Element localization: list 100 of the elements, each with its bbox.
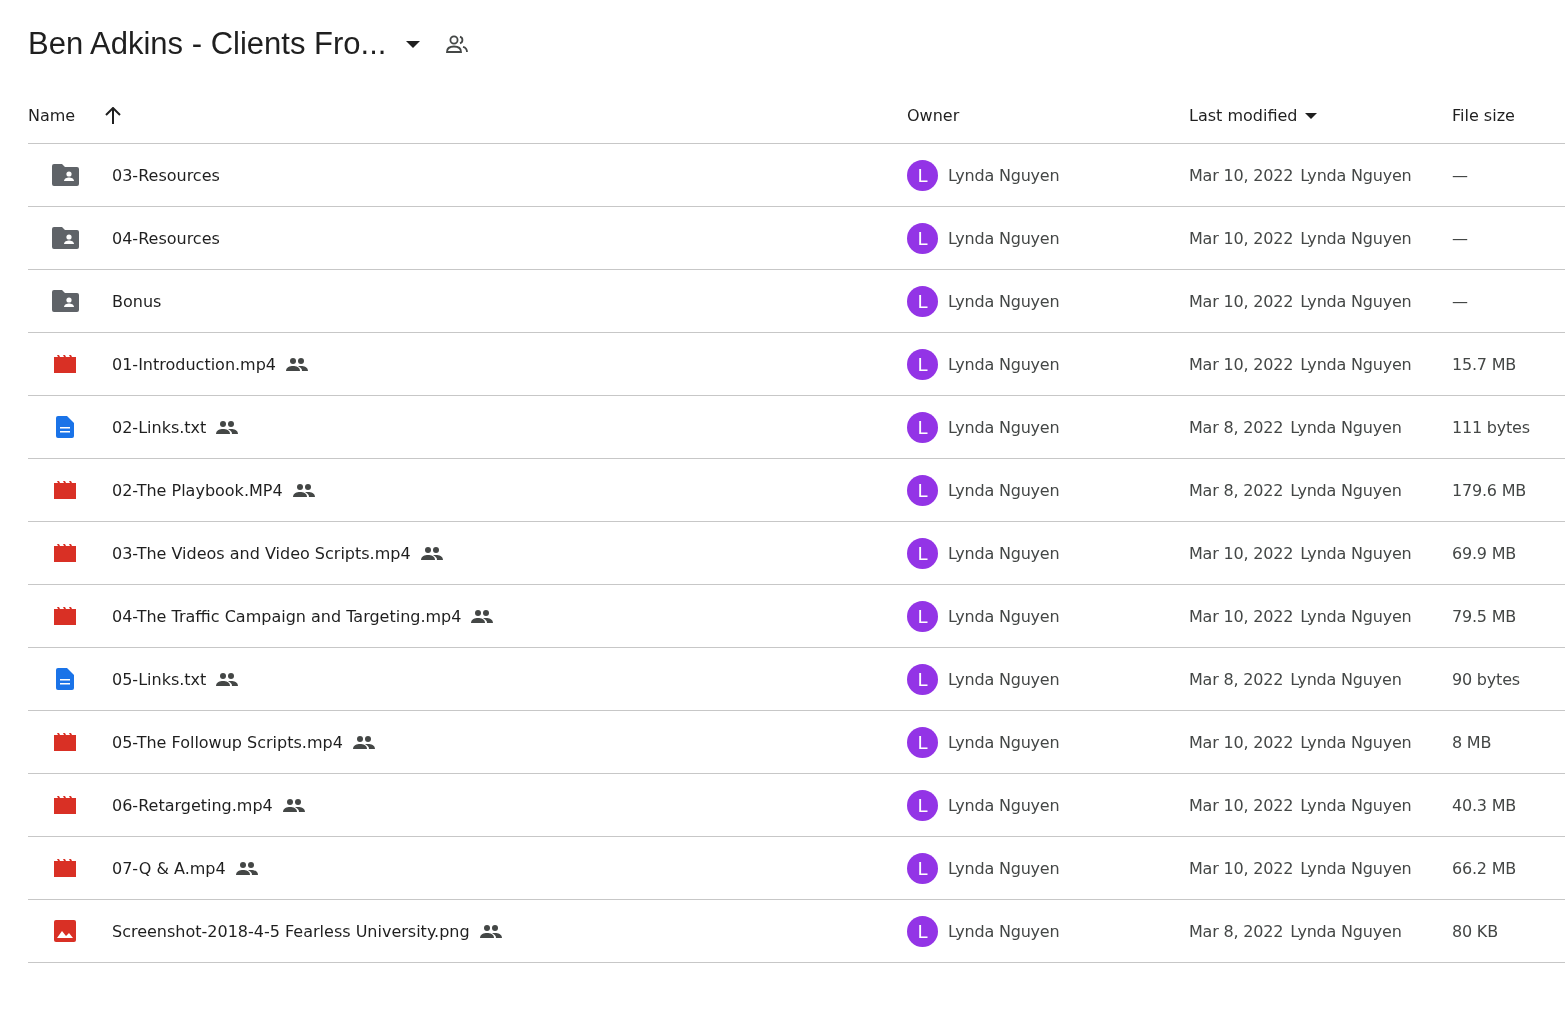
modified-date: Mar 10, 2022 bbox=[1189, 228, 1294, 248]
avatar: L bbox=[907, 789, 938, 821]
avatar: L bbox=[907, 222, 938, 254]
modified-date: Mar 8, 2022 bbox=[1189, 417, 1284, 437]
column-header[interactable]: File size bbox=[1452, 106, 1515, 125]
modified-date: Mar 10, 2022 bbox=[1189, 354, 1294, 374]
file-size: 111 bytes bbox=[1452, 417, 1530, 437]
file-name[interactable]: Bonus bbox=[112, 291, 162, 311]
file-size: 69.9 MB bbox=[1452, 543, 1517, 563]
shared-folder-icon bbox=[51, 290, 79, 312]
avatar: L bbox=[907, 285, 938, 317]
people-icon bbox=[446, 35, 469, 53]
document-icon bbox=[56, 668, 74, 690]
column-header[interactable]: Last modified bbox=[1189, 106, 1318, 125]
file-name[interactable]: 01-Introduction.mp4 bbox=[112, 354, 277, 374]
column-header[interactable]: Name bbox=[28, 106, 122, 125]
file-name[interactable]: Screenshot-2018-4-5 Fearless University.png bbox=[112, 921, 470, 941]
owner-name: Lynda Nguyen bbox=[948, 606, 1060, 626]
modified-date: Mar 10, 2022 bbox=[1189, 165, 1294, 185]
shared-folder-icon bbox=[51, 164, 79, 186]
file-size: 79.5 MB bbox=[1452, 606, 1517, 626]
file-size: — bbox=[1452, 291, 1468, 311]
file-size: 66.2 MB bbox=[1452, 858, 1517, 878]
modified-date: Mar 10, 2022 bbox=[1189, 732, 1294, 752]
file-name[interactable]: 04-Resources bbox=[112, 228, 220, 248]
modified-by: Lynda Nguyen bbox=[1300, 354, 1412, 374]
owner-name: Lynda Nguyen bbox=[948, 228, 1060, 248]
file-size: 15.7 MB bbox=[1452, 354, 1517, 374]
column-header[interactable]: Owner bbox=[907, 106, 960, 125]
modified-date: Mar 10, 2022 bbox=[1189, 606, 1294, 626]
avatar: L bbox=[907, 915, 938, 947]
owner-name: Lynda Nguyen bbox=[948, 354, 1060, 374]
file-size: — bbox=[1452, 165, 1468, 185]
owner-name: Lynda Nguyen bbox=[948, 732, 1060, 752]
avatar: L bbox=[907, 537, 938, 569]
owner-name: Lynda Nguyen bbox=[948, 669, 1060, 689]
modified-by: Lynda Nguyen bbox=[1300, 543, 1412, 563]
owner-name: Lynda Nguyen bbox=[948, 291, 1060, 311]
image-icon bbox=[54, 920, 76, 942]
file-size: 179.6 MB bbox=[1452, 480, 1527, 500]
document-icon bbox=[56, 416, 74, 438]
avatar: L bbox=[907, 159, 938, 191]
file-name[interactable]: 03-Resources bbox=[112, 165, 220, 185]
file-name[interactable]: 06-Retargeting.mp4 bbox=[112, 795, 273, 815]
modified-date: Mar 8, 2022 bbox=[1189, 669, 1284, 689]
avatar: L bbox=[907, 348, 938, 380]
avatar: L bbox=[907, 663, 938, 695]
modified-date: Mar 10, 2022 bbox=[1189, 795, 1294, 815]
owner-name: Lynda Nguyen bbox=[948, 858, 1060, 878]
video-icon bbox=[54, 355, 76, 373]
file-name[interactable]: 05-Links.txt bbox=[112, 669, 207, 689]
modified-by: Lynda Nguyen bbox=[1300, 291, 1412, 311]
caret-icon bbox=[1305, 112, 1318, 119]
avatar: L bbox=[907, 600, 938, 632]
modified-by: Lynda Nguyen bbox=[1300, 732, 1412, 752]
file-name[interactable]: 05-The Followup Scripts.mp4 bbox=[112, 732, 343, 752]
modified-by: Lynda Nguyen bbox=[1300, 858, 1412, 878]
avatar: L bbox=[907, 411, 938, 443]
modified-by: Lynda Nguyen bbox=[1290, 669, 1402, 689]
shared-folder-icon bbox=[51, 227, 79, 249]
video-icon bbox=[54, 481, 76, 499]
modified-by: Lynda Nguyen bbox=[1290, 480, 1402, 500]
owner-name: Lynda Nguyen bbox=[948, 921, 1060, 941]
arrow-up-icon bbox=[105, 107, 122, 124]
caret-icon bbox=[406, 40, 421, 48]
owner-name: Lynda Nguyen bbox=[948, 543, 1060, 563]
modified-date: Mar 8, 2022 bbox=[1189, 921, 1284, 941]
modified-date: Mar 10, 2022 bbox=[1189, 543, 1294, 563]
avatar: L bbox=[907, 474, 938, 506]
file-name[interactable]: 07-Q & A.mp4 bbox=[112, 858, 226, 878]
modified-date: Mar 10, 2022 bbox=[1189, 858, 1294, 878]
owner-name: Lynda Nguyen bbox=[948, 165, 1060, 185]
file-size: 40.3 MB bbox=[1452, 795, 1517, 815]
modified-by: Lynda Nguyen bbox=[1300, 795, 1412, 815]
owner-name: Lynda Nguyen bbox=[948, 417, 1060, 437]
video-icon bbox=[54, 544, 76, 562]
modified-by: Lynda Nguyen bbox=[1290, 921, 1402, 941]
avatar: L bbox=[907, 726, 938, 758]
modified-date: Mar 10, 2022 bbox=[1189, 291, 1294, 311]
file-size: — bbox=[1452, 228, 1468, 248]
file-size: 80 KB bbox=[1452, 921, 1498, 941]
modified-by: Lynda Nguyen bbox=[1300, 165, 1412, 185]
avatar: L bbox=[907, 852, 938, 884]
owner-name: Lynda Nguyen bbox=[948, 480, 1060, 500]
file-name[interactable]: 02-The Playbook.MP4 bbox=[112, 480, 283, 500]
file-name[interactable]: 02-Links.txt bbox=[112, 417, 207, 437]
video-icon bbox=[54, 733, 76, 751]
video-icon bbox=[54, 607, 76, 625]
file-name[interactable]: 04-The Traffic Campaign and Targeting.mp4 bbox=[112, 606, 462, 626]
video-icon bbox=[54, 859, 76, 877]
folder-title: Ben Adkins - Clients Fro... bbox=[28, 26, 387, 62]
file-name[interactable]: 03-The Videos and Video Scripts.mp4 bbox=[112, 543, 411, 563]
modified-by: Lynda Nguyen bbox=[1300, 228, 1412, 248]
modified-date: Mar 8, 2022 bbox=[1189, 480, 1284, 500]
modified-by: Lynda Nguyen bbox=[1300, 606, 1412, 626]
modified-by: Lynda Nguyen bbox=[1290, 417, 1402, 437]
owner-name: Lynda Nguyen bbox=[948, 795, 1060, 815]
file-size: 8 MB bbox=[1452, 732, 1492, 752]
video-icon bbox=[54, 796, 76, 814]
file-size: 90 bytes bbox=[1452, 669, 1520, 689]
